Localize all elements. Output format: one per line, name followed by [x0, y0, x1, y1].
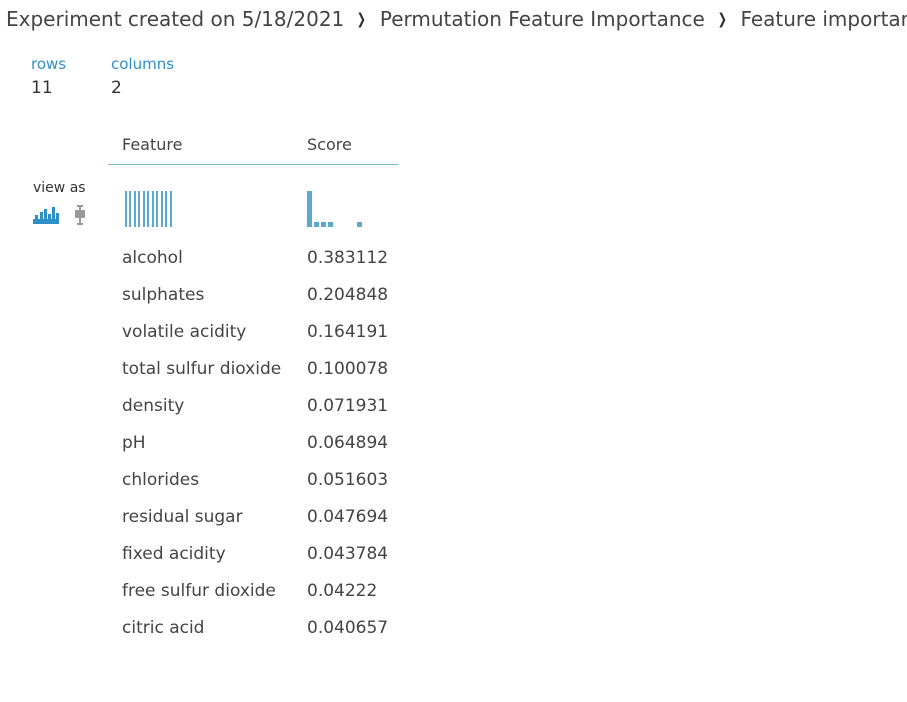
header-divider [108, 164, 399, 165]
breadcrumb-item-module[interactable]: Permutation Feature Importance [380, 7, 705, 31]
rows-value: 11 [31, 78, 53, 98]
chevron-right-icon: ❯ [356, 10, 367, 28]
score-cell: 0.383112 [307, 248, 389, 268]
feature-cell: citric acid [122, 618, 205, 638]
column-header-feature[interactable]: Feature [122, 135, 182, 154]
score-cell: 0.064894 [307, 433, 389, 453]
columns-stat: columns 2 [111, 55, 174, 98]
chevron-right-icon: ❯ [717, 10, 727, 28]
feature-cell: fixed acidity [122, 544, 226, 564]
score-cell: 0.04222 [307, 581, 378, 601]
score-cell: 0.164191 [307, 322, 389, 342]
feature-cell: pH [122, 433, 146, 453]
feature-cell: chlorides [122, 470, 200, 490]
score-cell: 0.051603 [307, 470, 389, 490]
feature-cell: alcohol [122, 248, 183, 268]
feature-cell: sulphates [122, 285, 205, 305]
columns-label: columns [111, 55, 175, 73]
feature-cell: total sulfur dioxide [122, 359, 282, 379]
score-cell: 0.071931 [307, 396, 389, 416]
feature-cell: residual sugar [122, 507, 243, 527]
histogram-icon[interactable] [33, 206, 59, 224]
dataset-visualization-page: Experiment created on 5/18/2021 ❯ Permut… [0, 0, 907, 702]
feature-column-histogram[interactable] [125, 191, 175, 227]
column-header-score[interactable]: Score [307, 135, 352, 154]
columns-value: 2 [111, 78, 122, 98]
score-column-histogram[interactable] [307, 191, 367, 227]
score-cell: 0.040657 [307, 618, 389, 638]
breadcrumb-item-output: Feature importance [740, 7, 907, 31]
boxplot-icon[interactable] [74, 205, 86, 225]
breadcrumb-item-experiment[interactable]: Experiment created on 5/18/2021 [6, 7, 344, 31]
score-cell: 0.204848 [307, 285, 389, 305]
rows-label: rows [31, 55, 67, 73]
score-cell: 0.043784 [307, 544, 389, 564]
rows-stat: rows 11 [31, 55, 66, 98]
score-cell: 0.047694 [307, 507, 389, 527]
view-as-label: view as [33, 180, 86, 196]
breadcrumb: Experiment created on 5/18/2021 ❯ Permut… [6, 4, 907, 34]
feature-cell: free sulfur dioxide [122, 581, 276, 601]
feature-cell: volatile acidity [122, 322, 247, 342]
feature-cell: density [122, 396, 185, 416]
score-cell: 0.100078 [307, 359, 389, 379]
